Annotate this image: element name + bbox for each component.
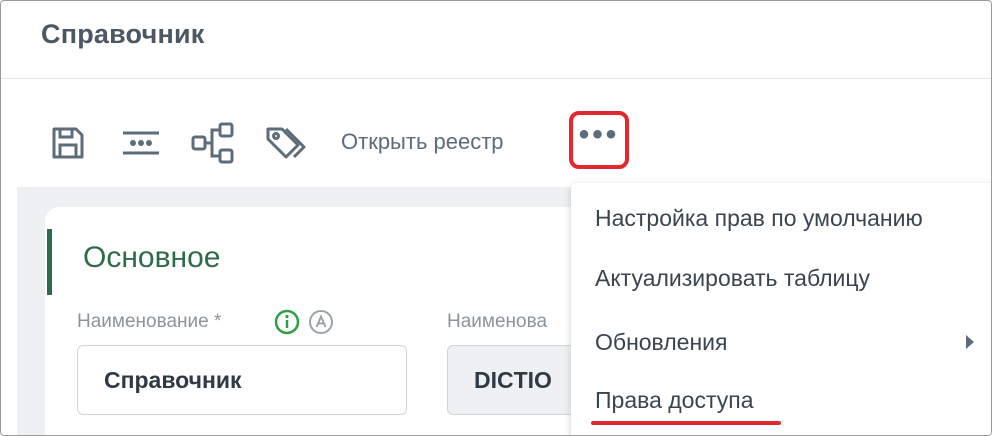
app-window: Справочник Открыть реестр ••• Основное Н… — [0, 0, 992, 436]
highlight-underline — [591, 421, 781, 425]
menu-item-access-rights[interactable]: Права доступа — [595, 387, 754, 414]
more-actions-menu: Настройка прав по умолчанию Актуализиров… — [571, 183, 991, 435]
hierarchy-icon — [191, 122, 234, 164]
hierarchy-button[interactable] — [189, 119, 237, 167]
list-button[interactable] — [117, 119, 165, 167]
open-registry-link[interactable]: Открыть реестр — [341, 129, 504, 155]
page-title: Справочник — [41, 19, 205, 49]
more-dots-icon: ••• — [578, 118, 620, 151]
info-icon[interactable] — [274, 309, 300, 340]
page-header: Справочник — [1, 1, 991, 79]
name2-field-label: Наименова — [447, 311, 548, 332]
auto-translate-icon[interactable] — [308, 309, 334, 340]
section-title: Основное — [83, 241, 221, 274]
submenu-arrow-icon — [966, 335, 974, 349]
save-button[interactable] — [45, 119, 91, 167]
name-input[interactable]: Справочник — [77, 345, 407, 415]
menu-item-refresh-table[interactable]: Актуализировать таблицу — [595, 265, 870, 292]
menu-item-default-rights[interactable]: Настройка прав по умолчанию — [595, 205, 923, 232]
more-actions-button[interactable]: ••• — [569, 111, 629, 169]
tags-icon — [266, 127, 306, 159]
toolbar: Открыть реестр ••• — [1, 111, 991, 179]
tags-button[interactable] — [263, 119, 311, 167]
list-icon — [123, 131, 159, 155]
section-accent-bar — [47, 229, 52, 295]
code-input[interactable]: DICTIO — [447, 345, 587, 415]
save-icon — [52, 127, 84, 159]
name-field-label: Наименование * — [77, 311, 222, 332]
menu-item-updates[interactable]: Обновления — [595, 329, 727, 356]
